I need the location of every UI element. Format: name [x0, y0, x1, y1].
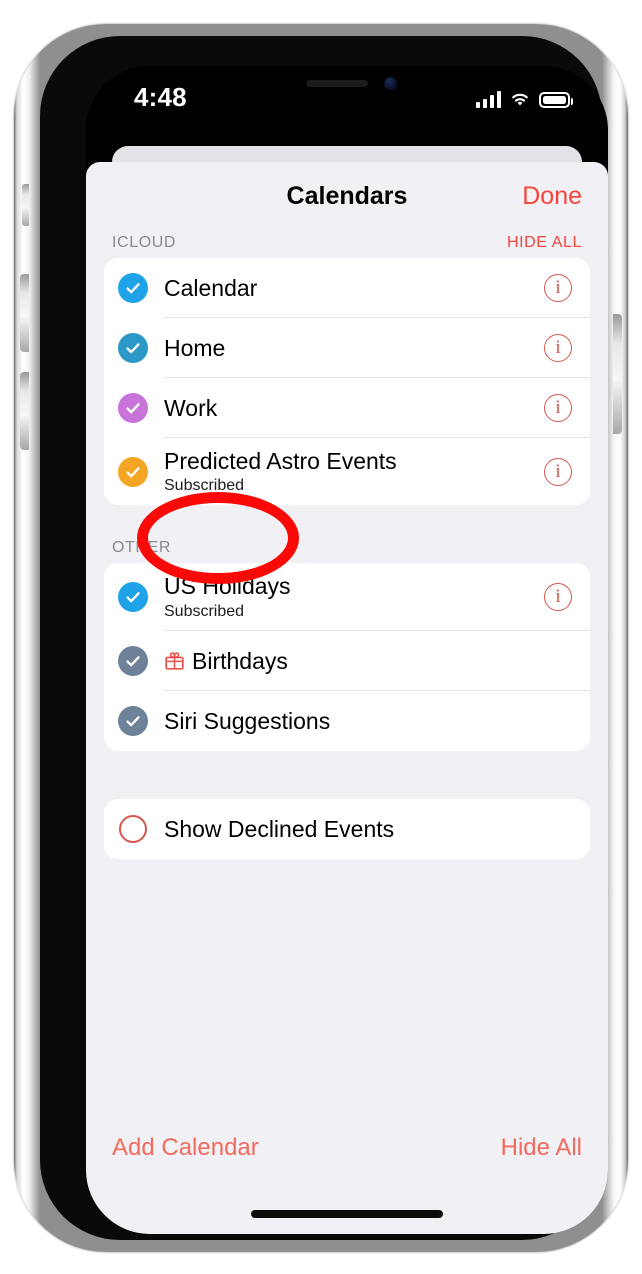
list-item[interactable]: Birthdays: [104, 631, 590, 691]
power-button[interactable]: [613, 314, 622, 434]
wifi-icon: [512, 93, 528, 106]
iphone-device-frame: 4:48 Calendars Done ICLOUD HIDE ALL Cale…: [14, 24, 628, 1252]
section-header-icloud: ICLOUD HIDE ALL: [86, 234, 608, 258]
sheet-header: Calendars Done: [86, 162, 608, 234]
mute-switch-button[interactable]: [22, 184, 29, 226]
done-button[interactable]: Done: [522, 182, 582, 211]
checkmark-icon[interactable]: [118, 582, 148, 613]
device-bezel: 4:48 Calendars Done ICLOUD HIDE ALL Cale…: [40, 36, 608, 1240]
list-item-text: Siri Suggestions: [164, 698, 572, 744]
icloud-calendar-list: Calendar i Home i Work i Predicted Astro…: [104, 258, 590, 506]
list-item-text: Home: [164, 325, 544, 371]
section-label: OTHER: [112, 539, 171, 557]
list-item[interactable]: US Holidays Subscribed i: [104, 563, 590, 631]
calendar-name: Predicted Astro Events: [164, 448, 397, 474]
volume-down-button[interactable]: [20, 372, 29, 450]
section-header-other: OTHER: [86, 539, 608, 563]
battery-full-icon: [539, 92, 573, 108]
calendar-name: US Holidays: [164, 573, 291, 600]
list-item[interactable]: Calendar i: [104, 258, 590, 318]
hide-all-button[interactable]: Hide All: [501, 1134, 582, 1162]
list-item-text: Predicted Astro Events Subscribed: [164, 438, 544, 505]
calendar-name: Siri Suggestions: [164, 707, 331, 734]
list-item-text: Show Declined Events: [164, 806, 572, 852]
add-calendar-button[interactable]: Add Calendar: [112, 1134, 259, 1162]
list-item-text: Calendar: [164, 265, 544, 311]
front-camera-icon: [384, 77, 397, 90]
checkmark-icon[interactable]: [118, 705, 148, 736]
info-icon[interactable]: i: [544, 394, 572, 422]
calendar-subtitle: Subscribed: [164, 602, 245, 620]
status-bar-clock: 4:48: [134, 82, 187, 112]
status-bar: 4:48: [86, 66, 608, 128]
calendar-name: Calendar: [164, 274, 258, 301]
calendars-sheet: Calendars Done ICLOUD HIDE ALL Calendar: [86, 162, 608, 1234]
checkmark-icon[interactable]: [118, 393, 148, 423]
checkmark-icon[interactable]: [118, 456, 148, 487]
show-declined-events-row[interactable]: Show Declined Events: [104, 799, 590, 859]
info-icon[interactable]: i: [544, 583, 572, 612]
list-item-text: Birthdays: [164, 638, 572, 684]
checkmark-icon[interactable]: [118, 645, 148, 676]
calendar-subtitle: Subscribed: [164, 477, 245, 495]
notch: [258, 66, 436, 98]
bottom-toolbar: Add Calendar Hide All: [86, 1116, 608, 1234]
hide-all-icloud-button[interactable]: HIDE ALL: [507, 234, 582, 252]
home-indicator[interactable]: [251, 1210, 443, 1218]
volume-up-button[interactable]: [20, 274, 29, 352]
list-item[interactable]: Predicted Astro Events Subscribed i: [104, 438, 590, 505]
checkmark-icon[interactable]: [118, 333, 148, 363]
list-item[interactable]: Work i: [104, 378, 590, 438]
declined-events-label: Show Declined Events: [164, 815, 395, 842]
list-item-text: US Holidays Subscribed: [164, 563, 544, 630]
info-icon[interactable]: i: [544, 274, 572, 302]
calendar-name: Work: [164, 394, 218, 421]
list-item[interactable]: Home i: [104, 318, 590, 378]
list-item[interactable]: Siri Suggestions: [104, 691, 590, 751]
calendar-name: Birthdays: [192, 647, 288, 674]
other-calendar-list: US Holidays Subscribed i Birthdays Siri …: [104, 563, 590, 751]
checkmark-icon[interactable]: [118, 273, 148, 303]
list-item-text: Work: [164, 385, 544, 431]
info-icon[interactable]: i: [544, 457, 572, 486]
declined-events-card: Show Declined Events: [104, 798, 590, 859]
phone-screen: 4:48 Calendars Done ICLOUD HIDE ALL Cale…: [86, 66, 608, 1234]
empty-circle-icon[interactable]: [119, 814, 147, 843]
gift-icon: [165, 652, 184, 671]
status-bar-indicators: [475, 86, 573, 108]
calendar-name: Home: [164, 334, 226, 361]
section-label: ICLOUD: [112, 234, 177, 251]
info-icon[interactable]: i: [544, 334, 572, 362]
earpiece-speaker-icon: [306, 80, 368, 87]
cellular-bars-icon: [475, 91, 501, 108]
